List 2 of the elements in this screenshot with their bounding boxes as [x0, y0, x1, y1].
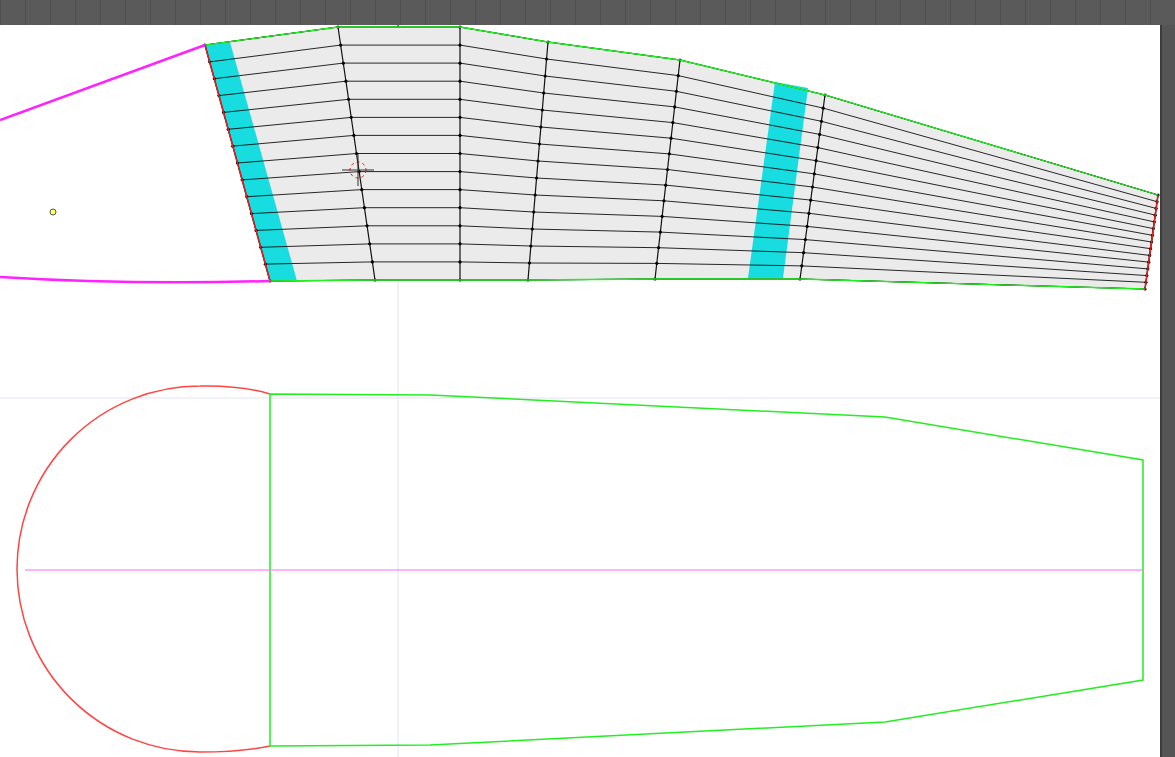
crosshair-cursor-icon — [341, 153, 375, 187]
pivot-point-icon — [49, 208, 57, 216]
